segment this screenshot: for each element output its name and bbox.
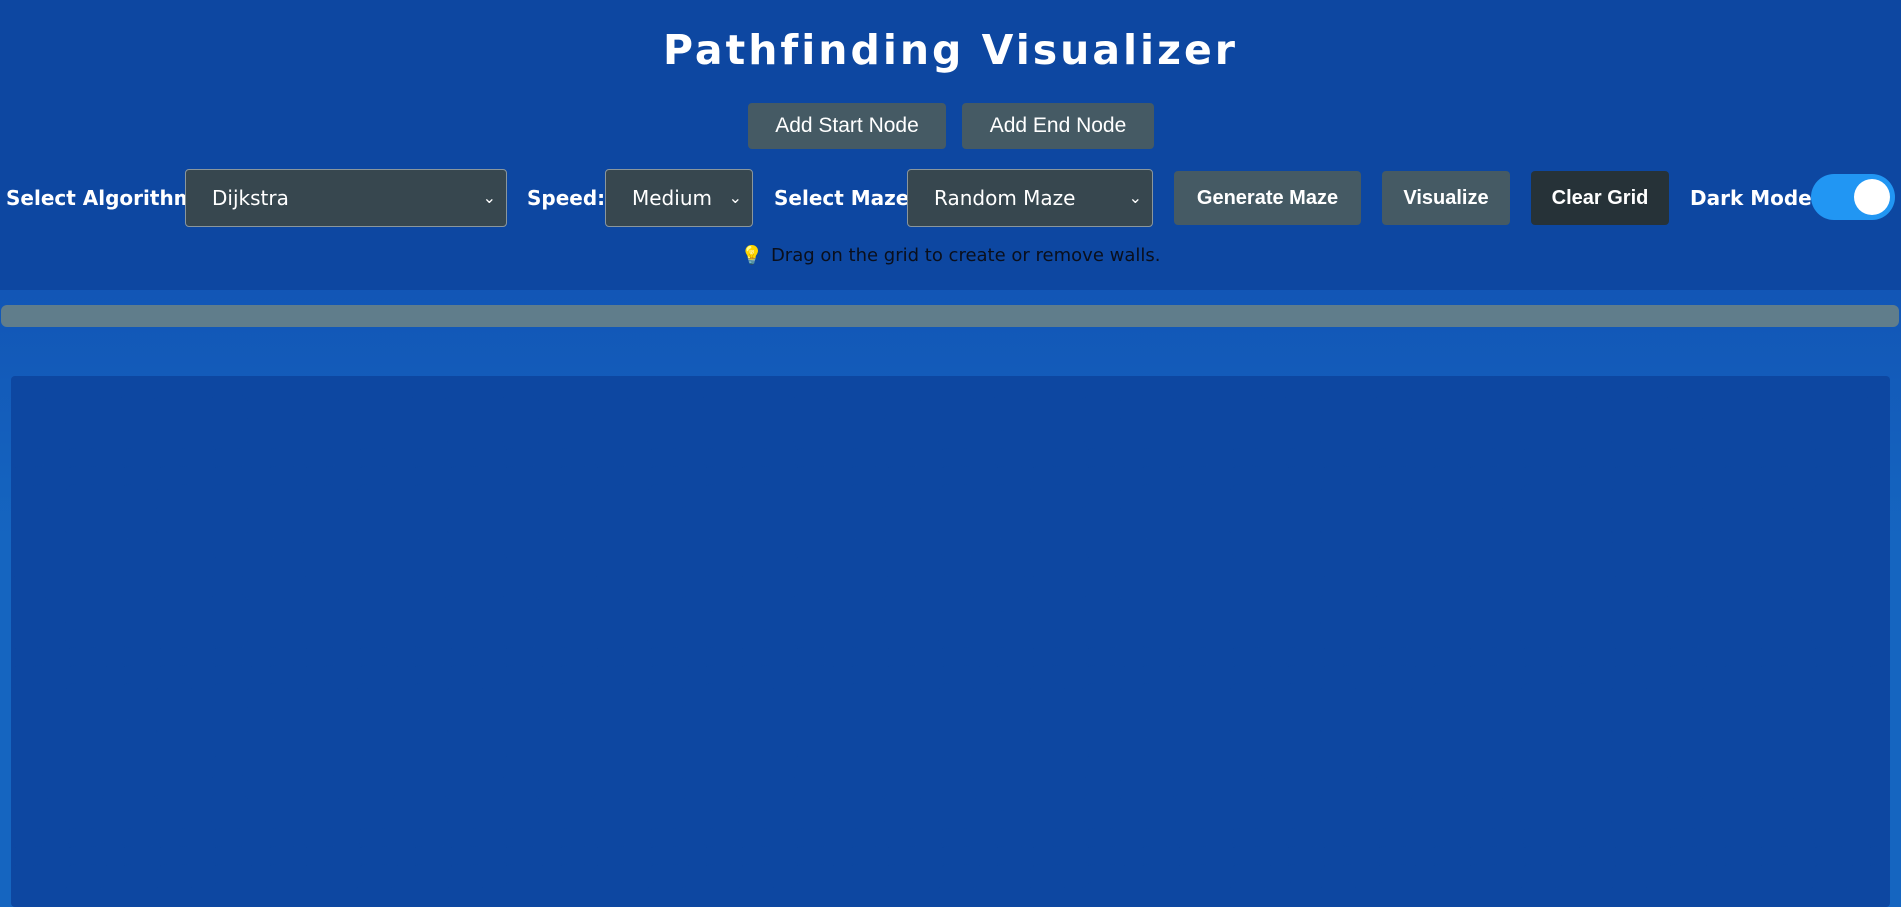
chevron-down-icon: ⌄ [1128, 188, 1142, 207]
pathfinding-grid[interactable] [11, 376, 1890, 907]
lightbulb-icon: 💡 [740, 245, 763, 266]
progress-bar [1, 305, 1899, 327]
header-panel: Pathfinding Visualizer Add Start Node Ad… [0, 0, 1901, 290]
speed-label: Speed: [527, 186, 606, 210]
clear-grid-button[interactable]: Clear Grid [1531, 171, 1669, 225]
dark-mode-label: Dark Mode: [1690, 186, 1820, 210]
hint-message: Drag on the grid to create or remove wal… [770, 245, 1161, 266]
maze-select[interactable]: Random Maze ⌄ [907, 169, 1153, 227]
algorithm-select[interactable]: Dijkstra ⌄ [185, 169, 507, 227]
speed-select-value: Medium [632, 186, 712, 210]
add-end-node-button[interactable]: Add End Node [962, 103, 1154, 149]
chevron-down-icon: ⌄ [482, 188, 496, 207]
algorithm-label: Select Algorithm: [6, 186, 203, 210]
hint-text: 💡 Drag on the grid to create or remove wa… [0, 245, 1901, 266]
maze-label: Select Maze: [774, 186, 918, 210]
add-start-node-button[interactable]: Add Start Node [748, 103, 946, 149]
maze-select-value: Random Maze [934, 186, 1076, 210]
controls-toolbar: Select Algorithm: Dijkstra ⌄ Speed: Medi… [0, 169, 1901, 227]
toggle-knob [1854, 179, 1890, 215]
visualize-button[interactable]: Visualize [1382, 171, 1510, 225]
speed-select[interactable]: Medium ⌄ [605, 169, 753, 227]
generate-maze-button[interactable]: Generate Maze [1174, 171, 1361, 225]
algorithm-select-value: Dijkstra [212, 186, 289, 210]
dark-mode-toggle[interactable] [1811, 174, 1895, 220]
chevron-down-icon: ⌄ [728, 188, 742, 207]
page-title: Pathfinding Visualizer [662, 26, 1239, 74]
